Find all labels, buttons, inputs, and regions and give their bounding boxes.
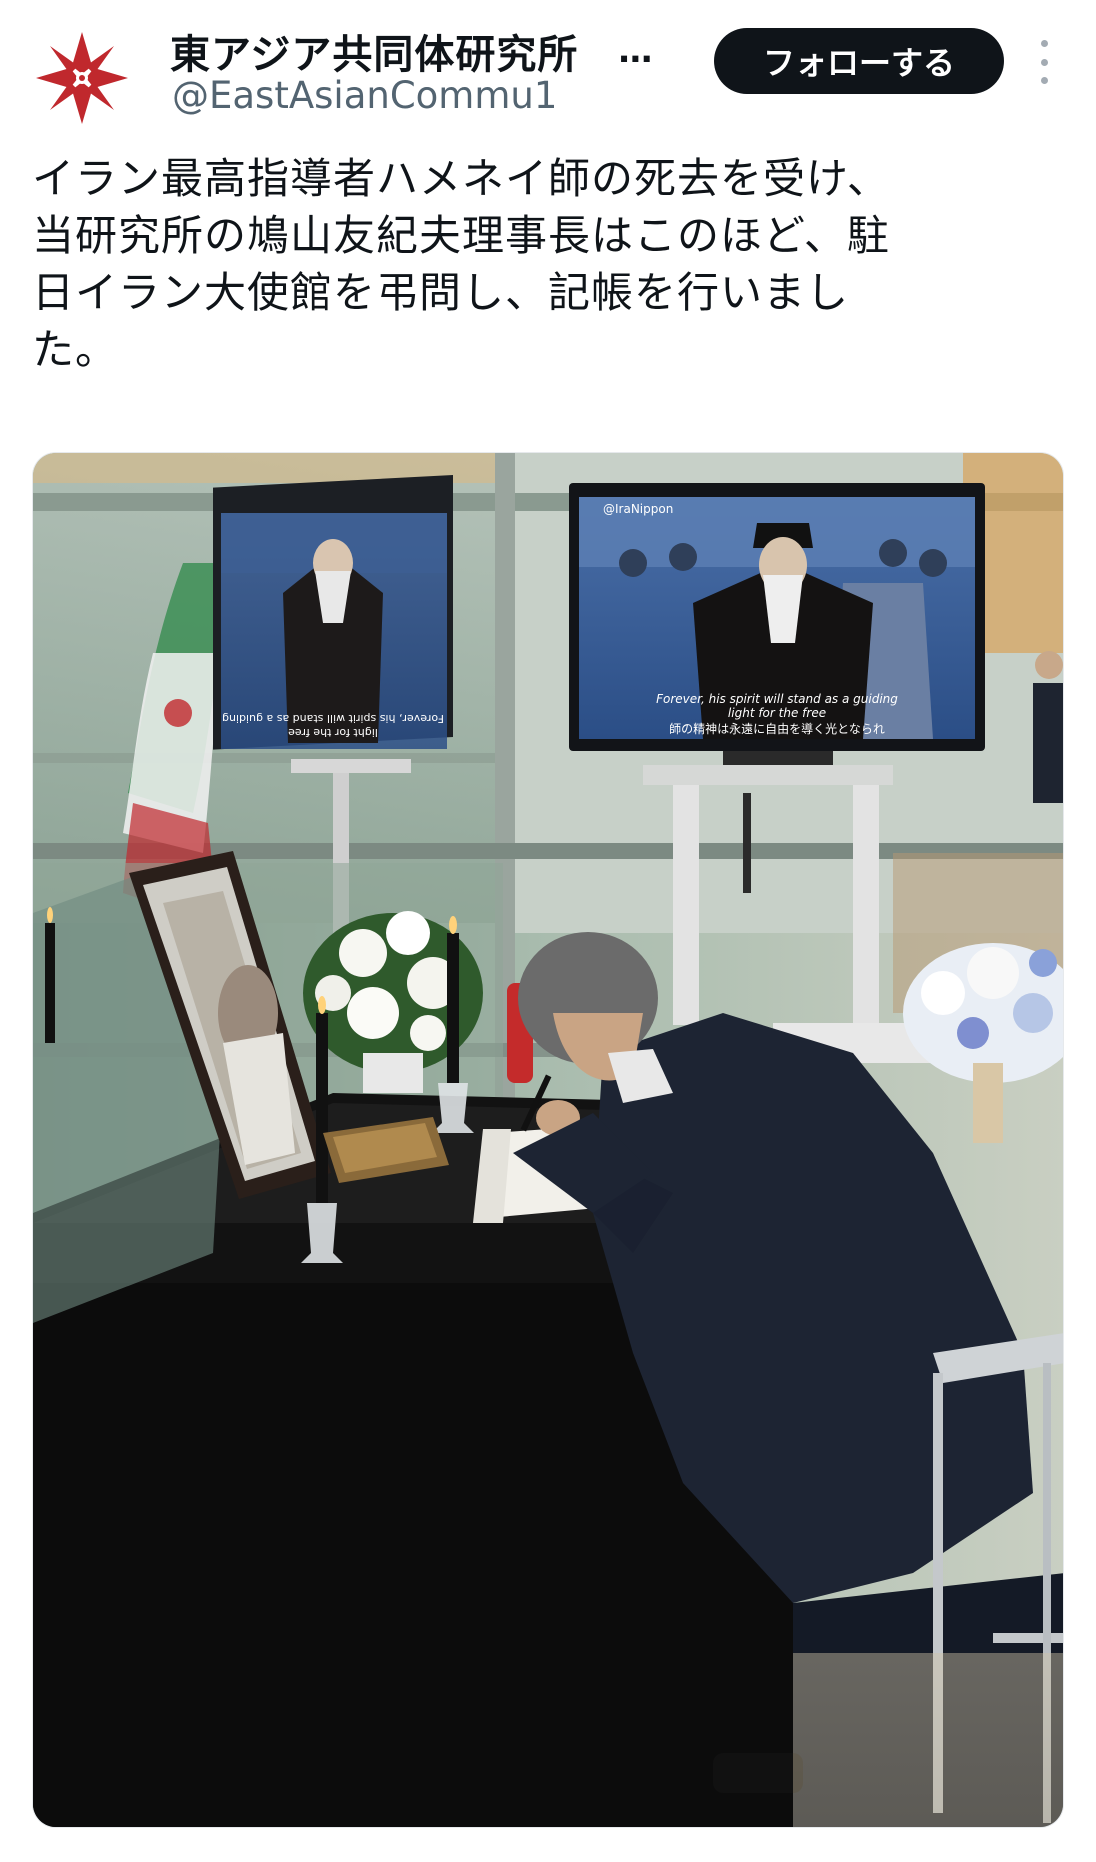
right-tv-subtitle-ja: 師の精神は永遠に自由を導く光となられ [669,722,885,736]
right-tv-screen: @IraNippon Forever, his spirit will stan… [569,483,985,751]
name-overflow-ellipsis: … [618,31,655,71]
left-tv-screen: Forever, his spirit will stand as a guid… [213,474,453,750]
tweet-text-line: イラン最高指導者ハメネイ師の死去を受け、 [32,154,890,203]
tweet-photo[interactable]: Forever, his spirit will stand as a guid… [32,452,1064,1828]
account-avatar[interactable] [30,26,134,130]
candle-far-left [45,907,55,1043]
tweet-text: イラン最高指導者ハメネイ師の死去を受け、 当研究所の鳩山友紀夫理事長はこのほど、… [32,150,1062,378]
kebab-menu-icon[interactable] [1036,40,1052,84]
right-tv-subtitle: Forever, his spirit will stand as a guid… [656,692,898,706]
right-tv-subtitle-2: light for the free [728,706,826,720]
display-name[interactable]: 東アジア共同体研究所 [170,22,578,80]
follow-button[interactable]: フォローする [714,28,1004,94]
name-row: 東アジア共同体研究所 … [170,22,654,80]
tweet-text-line: 日イラン大使館を弔問し、記帳を行いまし [32,268,850,317]
left-tv-subtitle: Forever, his spirit will stand as a guid… [222,712,444,725]
tweet-text-line: た。 [32,325,119,374]
right-tv-watermark: @IraNippon [603,502,673,516]
left-tv-subtitle-2: light for the free [288,726,378,739]
tweet-header: 東アジア共同体研究所 … @EastAsianCommu1 フォローする [0,0,1096,140]
star-emblem-icon [36,32,128,124]
tweet-text-line: 当研究所の鳩山友紀夫理事長はこのほど、駐 [32,211,890,260]
photo-scene: Forever, his spirit will stand as a guid… [33,453,1063,1827]
account-handle[interactable]: @EastAsianCommu1 [172,74,557,117]
